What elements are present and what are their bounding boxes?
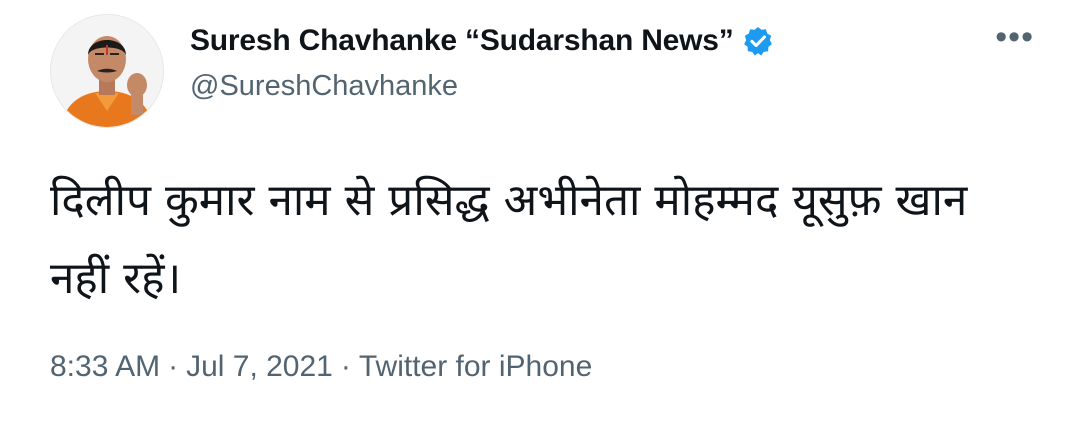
tweet-time[interactable]: 8:33 AM bbox=[50, 350, 160, 383]
name-row: Suresh Chavhanke “Sudarshan News” bbox=[190, 20, 774, 62]
tweet-header: Suresh Chavhanke “Sudarshan News” @Sures… bbox=[190, 20, 774, 103]
avatar[interactable] bbox=[50, 14, 164, 128]
tweet-source[interactable]: Twitter for iPhone bbox=[359, 350, 592, 383]
tweet-card: Suresh Chavhanke “Sudarshan News” @Sures… bbox=[0, 0, 1080, 430]
more-options-icon[interactable]: ••• bbox=[995, 20, 1034, 54]
user-handle[interactable]: @SureshChavhanke bbox=[190, 70, 774, 103]
tweet-text: दिलीप कुमार नाम से प्रसिद्ध अभीनेता मोहम… bbox=[50, 175, 968, 304]
avatar-image bbox=[51, 15, 163, 127]
tweet-date[interactable]: Jul 7, 2021 bbox=[186, 350, 333, 383]
display-name[interactable]: Suresh Chavhanke “Sudarshan News” bbox=[190, 24, 734, 58]
verified-badge-icon bbox=[742, 25, 774, 57]
tweet-meta: 8:33 AM · Jul 7, 2021 · Twitter for iPhone bbox=[50, 350, 592, 384]
meta-separator: · bbox=[340, 350, 351, 383]
meta-separator: · bbox=[168, 350, 179, 383]
